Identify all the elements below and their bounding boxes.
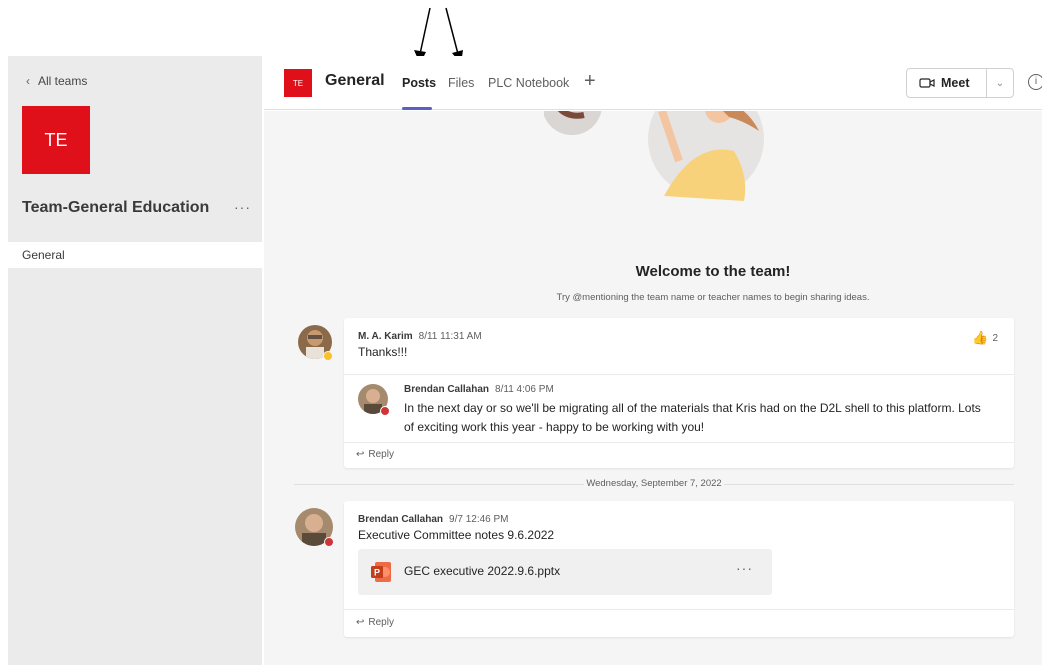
meet-main-button[interactable]: Meet: [907, 69, 987, 97]
teams-sidebar: ‹ All teams TE Team-General Education ··…: [8, 56, 262, 665]
attachment-more-options-icon[interactable]: ···: [736, 560, 753, 576]
all-teams-link[interactable]: ‹ All teams: [26, 74, 87, 88]
team-more-options-icon[interactable]: ···: [234, 199, 251, 215]
reply-label: Reply: [368, 617, 394, 628]
message-author[interactable]: M. A. Karim: [358, 331, 413, 342]
meet-label: Meet: [941, 76, 970, 90]
message-header: Brendan Callahan 9/7 12:46 PM: [358, 514, 509, 525]
like-reaction[interactable]: 👍 2: [972, 330, 998, 346]
info-icon[interactable]: i: [1028, 74, 1042, 90]
divider: [344, 442, 1014, 443]
team-initials: TE: [44, 129, 68, 150]
powerpoint-file-icon: P: [371, 562, 391, 582]
file-attachment[interactable]: P GEC executive 2022.9.6.pptx ···: [358, 549, 772, 595]
tab-files[interactable]: Files: [448, 76, 474, 90]
tab-plc-notebook[interactable]: PLC Notebook: [488, 76, 569, 90]
message-text: Thanks!!!: [358, 345, 408, 359]
message-thread: Brendan Callahan 9/7 12:46 PM Executive C…: [344, 501, 1014, 637]
attachment-name[interactable]: GEC executive 2022.9.6.pptx: [404, 564, 560, 578]
reply-time: 8/11 4:06 PM: [495, 384, 554, 395]
sidebar-item-general[interactable]: General: [8, 242, 262, 268]
reply-arrow-icon: ↩: [356, 617, 365, 628]
svg-text:P: P: [374, 568, 380, 578]
chevron-down-icon[interactable]: ⌄: [987, 78, 1013, 89]
reply-text: In the next day or so we'll be migrating…: [404, 401, 981, 434]
channel-label: General: [22, 248, 65, 262]
chevron-left-icon: ‹: [26, 74, 30, 88]
posts-feed: Welcome to the team! Try @mentioning the…: [264, 111, 1042, 665]
add-tab-icon[interactable]: +: [584, 70, 596, 93]
all-teams-label: All teams: [38, 74, 88, 88]
reply-button[interactable]: ↩ Reply: [356, 449, 394, 460]
team-name: Team-General Education: [22, 199, 210, 216]
welcome-illustration: [544, 111, 764, 201]
meet-button[interactable]: Meet ⌄: [906, 68, 1014, 98]
channel-title: General: [325, 72, 385, 89]
reply-arrow-icon: ↩: [356, 449, 365, 460]
tab-posts[interactable]: Posts: [402, 76, 436, 90]
status-away-icon: [323, 351, 333, 361]
reply-button[interactable]: ↩ Reply: [356, 617, 394, 628]
video-camera-icon: [919, 78, 935, 88]
status-busy-icon: [380, 406, 390, 416]
divider: [344, 374, 1014, 375]
message-time: 9/7 12:46 PM: [449, 514, 509, 525]
channel-header: TE General Posts Files PLC Notebook + Me…: [264, 56, 1042, 110]
channel-avatar: TE: [284, 69, 312, 97]
reply-header: Brendan Callahan 8/11 4:06 PM: [404, 384, 554, 395]
team-avatar: TE: [22, 106, 90, 174]
channel-initials: TE: [292, 78, 304, 88]
divider: [344, 609, 1014, 610]
message-author[interactable]: Brendan Callahan: [358, 514, 443, 525]
date-separator: Wednesday, September 7, 2022: [294, 478, 1014, 489]
message-text: Executive Committee notes 9.6.2022: [358, 528, 555, 542]
reply-author[interactable]: Brendan Callahan: [404, 384, 489, 395]
active-tab-indicator: [402, 107, 432, 110]
welcome-title: Welcome to the team!: [635, 263, 791, 280]
reaction-count: 2: [992, 332, 998, 344]
reply-label: Reply: [368, 449, 394, 460]
status-busy-icon: [324, 537, 334, 547]
message-time: 8/11 11:31 AM: [418, 331, 482, 342]
message-header: M. A. Karim 8/11 11:31 AM: [358, 331, 482, 342]
message-thread: M. A. Karim 8/11 11:31 AM Thanks!!! 👍 2 B…: [344, 318, 1014, 468]
welcome-subtitle: Try @mentioning the team name or teacher…: [556, 292, 870, 303]
thumbs-up-icon: 👍: [972, 330, 989, 345]
